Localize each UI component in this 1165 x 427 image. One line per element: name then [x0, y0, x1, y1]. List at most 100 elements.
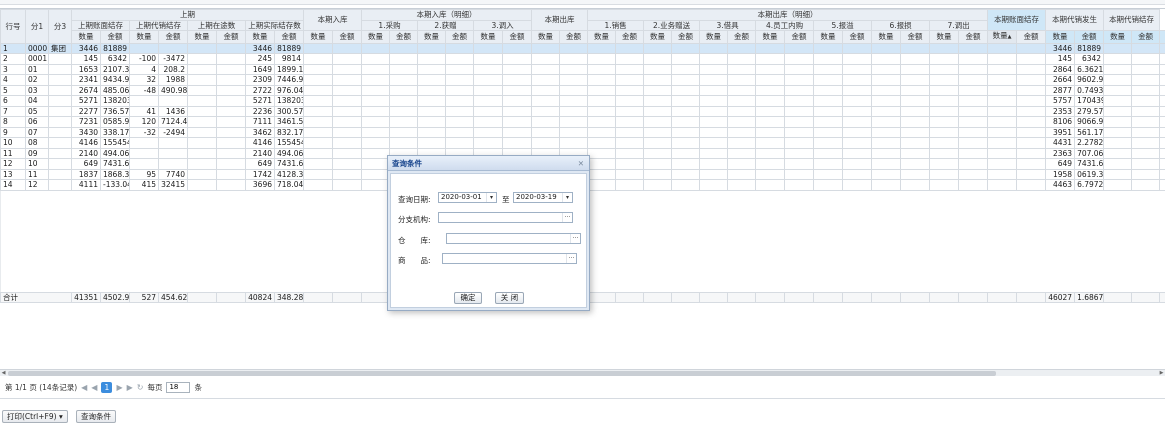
scroll-left-icon[interactable]: ◀: [0, 370, 7, 376]
refresh-icon[interactable]: ↻: [137, 383, 144, 392]
print-button[interactable]: 打印(Ctrl+F9) ▾: [2, 410, 68, 423]
last-page-icon[interactable]: ▶: [127, 383, 133, 392]
header-amt[interactable]: 金额: [958, 30, 989, 44]
close-icon[interactable]: ✕: [578, 156, 584, 171]
ellipsis-icon[interactable]: ···: [562, 213, 572, 222]
header-qty[interactable]: 数量: [531, 30, 561, 44]
header-in-transfer[interactable]: 3.调入: [472, 19, 533, 31]
header-qty[interactable]: 数量: [1045, 30, 1076, 44]
prev-page-icon[interactable]: ◀: [91, 383, 97, 392]
current-page-button[interactable]: 1: [101, 381, 113, 393]
header-out-transfer[interactable]: 7.调出: [929, 19, 989, 31]
ok-button[interactable]: 确定: [454, 292, 482, 304]
header-qty[interactable]: 数量: [643, 30, 673, 44]
dialog-title-bar[interactable]: 查询条件 ✕: [388, 156, 589, 171]
header-qty[interactable]: 数量: [587, 30, 617, 44]
date-to-field[interactable]: 2020-03-19 ▾: [513, 192, 573, 203]
header-qty[interactable]: 数量: [245, 30, 275, 44]
header-cur-consign-bal[interactable]: 本期代销结存: [1103, 9, 1161, 31]
ellipsis-icon[interactable]: ···: [566, 254, 576, 263]
horizontal-scrollbar[interactable]: ◀ ▶: [0, 369, 1165, 376]
header-amt[interactable]: 金额: [274, 30, 304, 44]
header-qty[interactable]: 数量: [187, 30, 217, 44]
header-in-gift[interactable]: 2.获赠: [417, 19, 474, 31]
header-amt[interactable]: 金额: [727, 30, 757, 44]
header-qty[interactable]: 数量: [871, 30, 902, 44]
header-amt[interactable]: 金额: [615, 30, 645, 44]
header-col-b[interactable]: 分3: [48, 9, 72, 44]
table-row[interactable]: 40223419434.932198823097446.926649602.93…: [0, 74, 1165, 86]
table-row[interactable]: 8 06 7231 0585.9 120 7124.4 7111 3461.5 8106 9066…: [0, 116, 1165, 128]
chevron-down-icon[interactable]: ▾: [562, 193, 572, 202]
header-col-a[interactable]: 分1: [25, 9, 49, 44]
header-amt[interactable]: 金额: [216, 30, 246, 44]
header-out-biz[interactable]: 2.业务赠送: [643, 19, 701, 31]
cell-empty: [361, 147, 390, 159]
table-row[interactable]: 1 0000 集团 3446 81889 3446 81889 3446 81889: [0, 42, 1165, 54]
header-qty[interactable]: 数量: [755, 30, 786, 44]
per-page-input[interactable]: [166, 381, 191, 393]
header-amt[interactable]: 金额: [784, 30, 815, 44]
header-amt[interactable]: 金额: [842, 30, 873, 44]
header-amt[interactable]: 金额: [501, 30, 533, 44]
table-row[interactable]: 9 07 3430 338.17 -32 -2494 3462 832.17 3951 561.1…: [0, 126, 1165, 138]
scrollbar-thumb[interactable]: [8, 371, 996, 376]
header-amt[interactable]: 金额: [1016, 30, 1047, 44]
product-field[interactable]: ···: [442, 253, 577, 264]
header-amt[interactable]: 金额: [445, 30, 474, 44]
branch-field[interactable]: ···: [438, 212, 573, 223]
chevron-down-icon[interactable]: ▾: [486, 193, 496, 202]
header-cur-consign-occ[interactable]: 本期代销发生: [1045, 9, 1105, 31]
header-row-no[interactable]: 行号: [0, 9, 26, 44]
header-qty[interactable]: 数量: [699, 30, 729, 44]
query-conditions-button[interactable]: 查询条件: [76, 410, 116, 423]
header-qty[interactable]: 数量: [71, 30, 101, 44]
header-amt[interactable]: 金额: [900, 30, 931, 44]
cell-empty: [699, 42, 729, 54]
header-out-loss[interactable]: 5.报溢: [813, 19, 873, 31]
table-row[interactable]: 30116532107.34208.216491899.128646.36214…: [0, 63, 1165, 75]
table-row[interactable]: 6 04 5271 138203 5271 138203 5757 170439: [0, 95, 1165, 107]
header-prev-book[interactable]: 上期账面结存: [71, 19, 130, 31]
header-qty[interactable]: 数量: [929, 30, 960, 44]
header-cur-book[interactable]: 本期账面结存: [987, 9, 1047, 31]
header-amt[interactable]: 金额: [389, 30, 418, 44]
table-row[interactable]: 5 03 2674 485.06 -48 490.98 2722 976.04 2877 0.74…: [0, 84, 1165, 96]
header-out-borrow[interactable]: 3.借具: [699, 19, 757, 31]
date-from-field[interactable]: 2020-03-01 ▾: [438, 192, 497, 203]
table-row[interactable]: 7052277736.574114362236300.572353279.574…: [0, 105, 1165, 117]
table-row[interactable]: 10 08 4146 155454 4146 155454 4431 2.2782: [0, 137, 1165, 149]
header-prev-transit[interactable]: 上期在途数: [187, 19, 246, 31]
header-prev-actual[interactable]: 上期实际结存数: [245, 19, 304, 31]
warehouse-field[interactable]: ···: [446, 233, 581, 244]
header-amt[interactable]: 金额: [100, 30, 130, 44]
header-out-staff[interactable]: 4.员工内购: [755, 19, 815, 31]
header-qty[interactable]: 数量: [303, 30, 333, 44]
header-qty[interactable]: 数量: [1159, 30, 1165, 44]
header-qty[interactable]: 数量: [361, 30, 390, 44]
header-qty[interactable]: 数量: [1103, 30, 1133, 44]
table-row[interactable]: 200011456342-100-34722459814145634210034…: [0, 53, 1165, 65]
header-qty[interactable]: 数量: [129, 30, 159, 44]
header-amt[interactable]: 金额: [671, 30, 701, 44]
header-in-purchase[interactable]: 1.采购: [361, 19, 418, 31]
header-qty[interactable]: 数量: [417, 30, 446, 44]
scroll-right-icon[interactable]: ▶: [1158, 370, 1165, 376]
close-button[interactable]: 关 闭: [495, 292, 524, 304]
header-qty[interactable]: 数量: [473, 30, 503, 44]
header-amt[interactable]: 金额: [559, 30, 589, 44]
header-amt[interactable]: 金额: [1074, 30, 1105, 44]
header-qty[interactable]: 数量: [813, 30, 844, 44]
ellipsis-icon[interactable]: ···: [570, 234, 580, 243]
header-out-damage[interactable]: 6.报损: [871, 19, 931, 31]
header-qty-sorted[interactable]: 数量▲: [987, 30, 1018, 44]
sort-arrow-icon[interactable]: ▲: [1008, 34, 1012, 40]
header-out-sales[interactable]: 1.销售: [587, 19, 645, 31]
header-amt[interactable]: 金额: [332, 30, 362, 44]
cell-empty: [871, 74, 902, 86]
header-prev-consign[interactable]: 上期代销结存: [129, 19, 188, 31]
next-page-icon[interactable]: ▶: [116, 383, 122, 392]
header-amt[interactable]: 金额: [158, 30, 188, 44]
header-amt[interactable]: 金额: [1131, 30, 1161, 44]
first-page-icon[interactable]: ◀: [81, 383, 87, 392]
